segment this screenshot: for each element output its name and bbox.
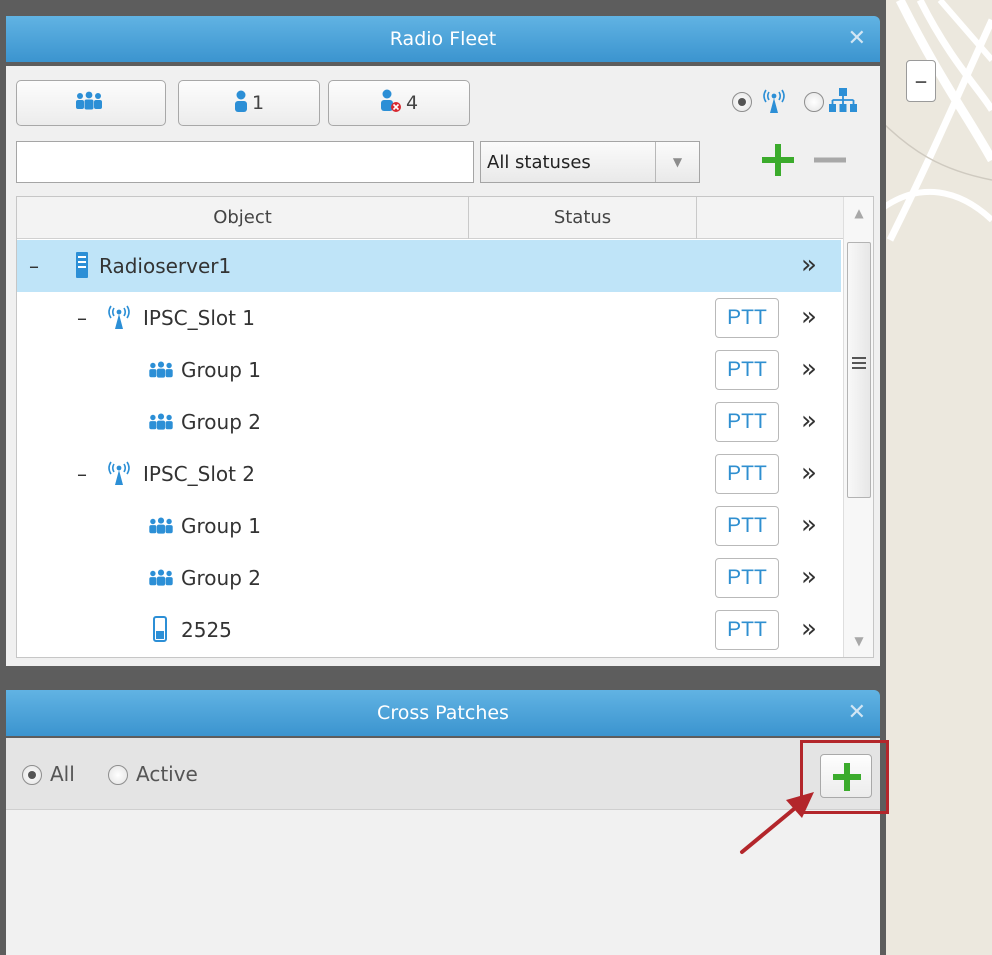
view-mode-radio-network[interactable] — [732, 92, 752, 112]
ptt-button[interactable]: PTT — [715, 506, 779, 546]
radio-fleet-close-icon[interactable]: ✕ — [848, 16, 866, 62]
radio-network-icon — [103, 458, 135, 491]
row-expand-chevron-icon[interactable]: » — [791, 604, 827, 654]
ptt-button[interactable]: PTT — [715, 454, 779, 494]
all-groups-button[interactable] — [16, 80, 166, 126]
column-actions — [697, 197, 843, 239]
table-row-group-1[interactable]: Group 1 PTT » — [17, 344, 841, 396]
scroll-up-icon[interactable]: ▲ — [844, 197, 873, 229]
hierarchy-icon — [828, 86, 858, 118]
status-filter-value: All statuses — [487, 152, 591, 173]
cross-patches-title: Cross Patches — [377, 702, 509, 724]
collapse-toggle[interactable]: – — [77, 448, 87, 500]
table-row-radioserver1[interactable]: – Radioserver1 » — [17, 240, 841, 292]
offline-users-count: 4 — [405, 92, 419, 114]
row-name: Group 1 — [181, 358, 261, 382]
row-name: IPSC_Slot 1 — [143, 306, 256, 330]
cross-patches-header: Cross Patches ✕ — [6, 690, 880, 736]
row-expand-chevron-icon[interactable]: » — [791, 500, 827, 550]
row-name: 2525 — [181, 618, 232, 642]
radio-device-icon — [153, 616, 167, 647]
radio-fleet-header: Radio Fleet ✕ — [6, 16, 880, 62]
radio-fleet-title: Radio Fleet — [389, 28, 497, 50]
collapse-toggle[interactable]: – — [29, 240, 39, 292]
add-button[interactable] — [758, 140, 798, 180]
row-expand-chevron-icon[interactable]: » — [791, 240, 827, 290]
status-filter-select[interactable]: All statuses ▼ — [480, 141, 700, 183]
row-name: Radioserver1 — [99, 254, 232, 278]
ptt-button[interactable]: PTT — [715, 610, 779, 650]
table-header: Object Status — [17, 197, 843, 239]
row-expand-chevron-icon[interactable]: » — [791, 396, 827, 446]
table-scrollbar[interactable]: ▲ ▼ — [843, 197, 873, 657]
online-users-button[interactable]: 1 — [178, 80, 320, 126]
chevron-down-icon: ▼ — [655, 142, 699, 182]
ptt-button[interactable]: PTT — [715, 350, 779, 390]
column-status[interactable]: Status — [469, 197, 697, 239]
plus-icon — [762, 144, 794, 176]
ptt-button[interactable]: PTT — [715, 402, 779, 442]
table-row-ipsc-slot-1[interactable]: – IPSC_Slot 1 PTT » — [17, 292, 841, 344]
collapse-toggle[interactable]: – — [77, 292, 87, 344]
cross-patches-close-icon[interactable]: ✕ — [848, 690, 866, 736]
grip-icon — [852, 357, 866, 372]
map-view[interactable] — [880, 0, 992, 955]
filter-active-radio[interactable] — [108, 765, 128, 785]
group-icon — [147, 360, 175, 384]
map-roads — [880, 0, 992, 242]
map-zoom-out-button[interactable]: – — [906, 60, 936, 102]
radio-network-icon — [758, 86, 790, 118]
row-expand-chevron-icon[interactable]: » — [791, 552, 827, 602]
user-icon — [234, 90, 248, 117]
table-rows: – Radioserver1 » – IPSC_Slot 1 PTT » Gro… — [17, 240, 841, 656]
radio-fleet-panel: 1 4 All statuses ▼ Object Status – Radio… — [6, 66, 880, 666]
table-row-group-2[interactable]: Group 2 PTT » — [17, 396, 841, 448]
radio-network-icon — [103, 302, 135, 335]
group-icon — [147, 568, 175, 592]
group-icon — [74, 91, 104, 116]
column-object[interactable]: Object — [17, 197, 469, 239]
annotation-arrow-icon — [740, 792, 814, 854]
row-name: Group 1 — [181, 514, 261, 538]
view-mode-hierarchy[interactable] — [804, 92, 824, 112]
row-expand-chevron-icon[interactable]: » — [791, 448, 827, 498]
search-input[interactable] — [16, 141, 474, 183]
filter-all-radio[interactable] — [22, 765, 42, 785]
filter-active-label[interactable]: Active — [136, 762, 198, 786]
minus-icon — [814, 157, 846, 163]
offline-users-button[interactable]: 4 — [328, 80, 470, 126]
user-offline-icon — [380, 89, 402, 118]
remove-button[interactable] — [810, 140, 850, 180]
row-expand-chevron-icon[interactable]: » — [791, 344, 827, 394]
table-row-ipsc-slot-2[interactable]: – IPSC_Slot 2 PTT » — [17, 448, 841, 500]
ptt-button[interactable]: PTT — [715, 298, 779, 338]
table-row-group-2[interactable]: Group 2 PTT » — [17, 552, 841, 604]
scroll-thumb[interactable] — [847, 242, 871, 498]
row-name: Group 2 — [181, 410, 261, 434]
group-icon — [147, 412, 175, 436]
row-name: Group 2 — [181, 566, 261, 590]
row-expand-chevron-icon[interactable]: » — [791, 292, 827, 342]
table-row-radio-2525[interactable]: 2525 PTT » — [17, 604, 841, 656]
row-name: IPSC_Slot 2 — [143, 462, 256, 486]
group-icon — [147, 516, 175, 540]
table-row-group-1[interactable]: Group 1 PTT » — [17, 500, 841, 552]
filter-all-label[interactable]: All — [50, 762, 75, 786]
online-users-count: 1 — [251, 92, 265, 114]
scroll-down-icon[interactable]: ▼ — [844, 625, 873, 657]
radio-fleet-table: Object Status – Radioserver1 » – IPSC_Sl… — [16, 196, 874, 658]
ptt-button[interactable]: PTT — [715, 558, 779, 598]
server-icon — [75, 252, 89, 283]
